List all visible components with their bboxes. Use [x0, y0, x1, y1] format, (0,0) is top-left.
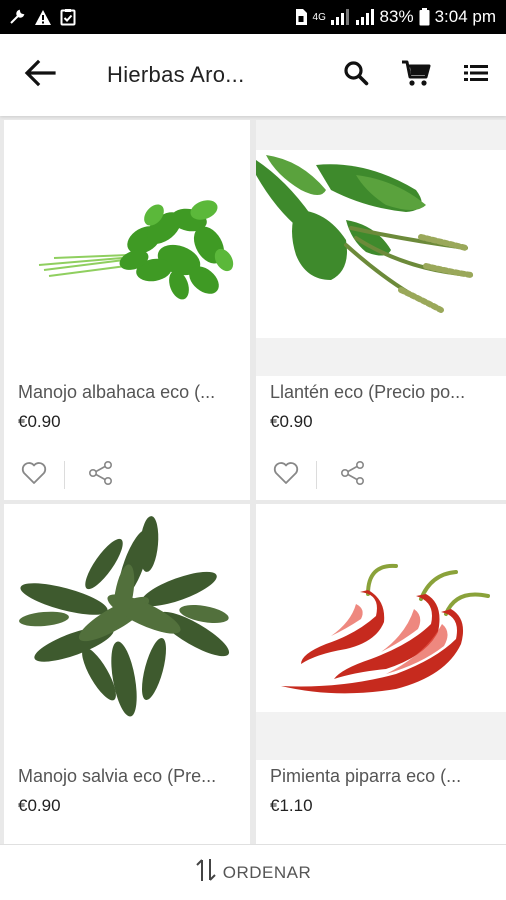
status-left-icons	[8, 8, 76, 26]
signal-strength-icon-2	[355, 9, 375, 25]
product-grid: Manojo albahaca eco (... €0.90 Llantén e…	[0, 116, 506, 844]
battery-percent: 83%	[379, 7, 414, 26]
product-image[interactable]	[256, 504, 506, 760]
sort-label: ORDENAR	[222, 862, 312, 882]
status-right-icons: 4G 83% 3:04 pm	[294, 7, 496, 27]
product-name[interactable]: Manojo salvia eco (Pre...	[18, 766, 240, 787]
product-price: €0.90	[270, 412, 313, 431]
clipboard-check-icon	[60, 8, 76, 26]
red-chili-peppers-image	[281, 563, 490, 694]
network-type-label: 4G	[312, 11, 326, 23]
product-card[interactable]: Manojo salvia eco (Pre... €0.90	[4, 504, 250, 844]
share-button[interactable]	[317, 450, 389, 500]
search-button[interactable]	[326, 34, 386, 116]
product-actions	[256, 450, 506, 500]
product-name[interactable]: Manojo albahaca eco (...	[18, 382, 240, 403]
back-button[interactable]	[0, 34, 80, 116]
app-bar-actions	[326, 34, 506, 116]
product-card[interactable]: Llantén eco (Precio po... €0.90	[256, 120, 506, 500]
app-bar: Hierbas Aro...	[0, 34, 506, 116]
list-menu-icon	[464, 63, 488, 88]
sim-card-icon	[294, 8, 308, 26]
product-actions	[4, 450, 250, 500]
list-menu-button[interactable]	[446, 34, 506, 116]
share-icon	[340, 460, 366, 491]
warning-icon	[34, 9, 52, 26]
product-name[interactable]: Llantén eco (Precio po...	[270, 382, 496, 403]
arrow-left-icon	[24, 59, 56, 92]
product-price: €1.10	[270, 796, 313, 815]
favorite-button[interactable]	[256, 450, 316, 500]
product-price: €0.90	[18, 412, 61, 431]
product-image[interactable]	[4, 120, 250, 376]
share-icon	[88, 460, 114, 491]
heart-icon	[21, 461, 47, 490]
share-button[interactable]	[65, 450, 137, 500]
wrench-icon	[8, 8, 26, 26]
battery-icon	[419, 8, 430, 26]
search-icon	[343, 60, 369, 91]
cart-button[interactable]	[386, 34, 446, 116]
plantain-leaves-image	[256, 155, 474, 313]
basil-bunch-image	[38, 200, 234, 300]
heart-icon	[273, 461, 299, 490]
cart-icon	[401, 59, 431, 92]
product-name[interactable]: Pimienta piparra eco (...	[270, 766, 496, 787]
sort-arrows-icon	[195, 857, 217, 888]
product-card[interactable]: Pimienta piparra eco (... €1.10	[256, 504, 506, 844]
clock: 3:04 pm	[434, 7, 496, 26]
signal-strength-icon	[330, 9, 350, 25]
sort-button[interactable]: ORDENAR	[195, 857, 312, 888]
product-image[interactable]	[4, 504, 250, 760]
bottom-bar: ORDENAR	[0, 844, 506, 900]
status-bar: 4G 83% 3:04 pm	[0, 0, 506, 34]
sage-bunch-image	[19, 516, 230, 717]
favorite-button[interactable]	[4, 450, 64, 500]
product-price: €0.90	[18, 796, 61, 815]
product-image[interactable]	[256, 120, 506, 376]
product-card[interactable]: Manojo albahaca eco (... €0.90	[4, 120, 250, 500]
page-title: Hierbas Aro...	[107, 62, 245, 87]
